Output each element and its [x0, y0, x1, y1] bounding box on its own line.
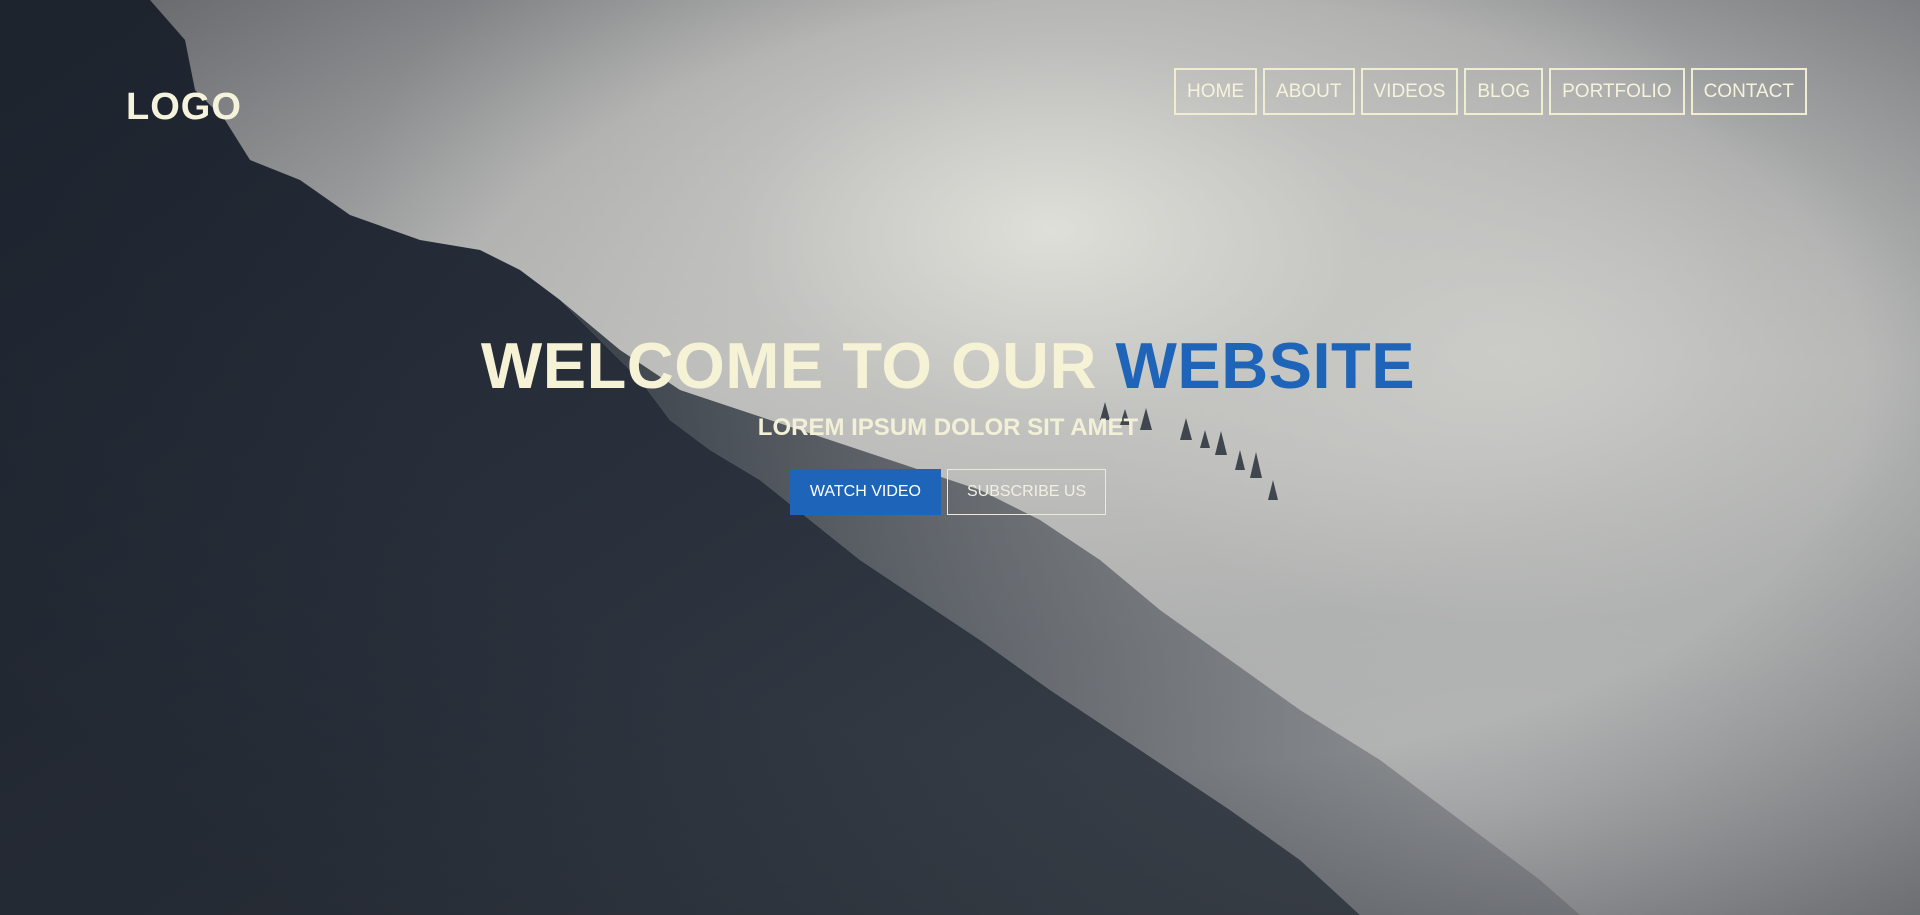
hero-buttons: WATCH VIDEO SUBSCRIBE US [0, 469, 1896, 515]
nav-contact[interactable]: CONTACT [1690, 68, 1807, 115]
nav-portfolio[interactable]: PORTFOLIO [1549, 68, 1685, 115]
hero-title-accent: WEBSITE [1115, 329, 1416, 402]
nav-blog[interactable]: BLOG [1464, 68, 1544, 115]
nav-about[interactable]: ABOUT [1263, 68, 1355, 115]
nav-home[interactable]: HOME [1174, 68, 1258, 115]
subscribe-button[interactable]: SUBSCRIBE US [946, 469, 1107, 515]
hero-subtitle: LOREM IPSUM DOLOR SIT AMET [757, 414, 1139, 441]
hero-title-main: WELCOME TO OUR [480, 329, 1097, 402]
watch-video-button[interactable]: WATCH VIDEO [789, 469, 941, 515]
site-logo[interactable]: LOGO [126, 86, 242, 129]
hero-section: LOGO HOME ABOUT VIDEOS BLOG PORTFOLIO CO… [0, 0, 1920, 915]
hero-content: LOGO HOME ABOUT VIDEOS BLOG PORTFOLIO CO… [0, 0, 1920, 915]
main-nav: HOME ABOUT VIDEOS BLOG PORTFOLIO CONTACT [1174, 68, 1807, 115]
nav-videos[interactable]: VIDEOS [1360, 68, 1459, 115]
hero-title: WELCOME TO OUR WEBSITE [0, 328, 1896, 403]
